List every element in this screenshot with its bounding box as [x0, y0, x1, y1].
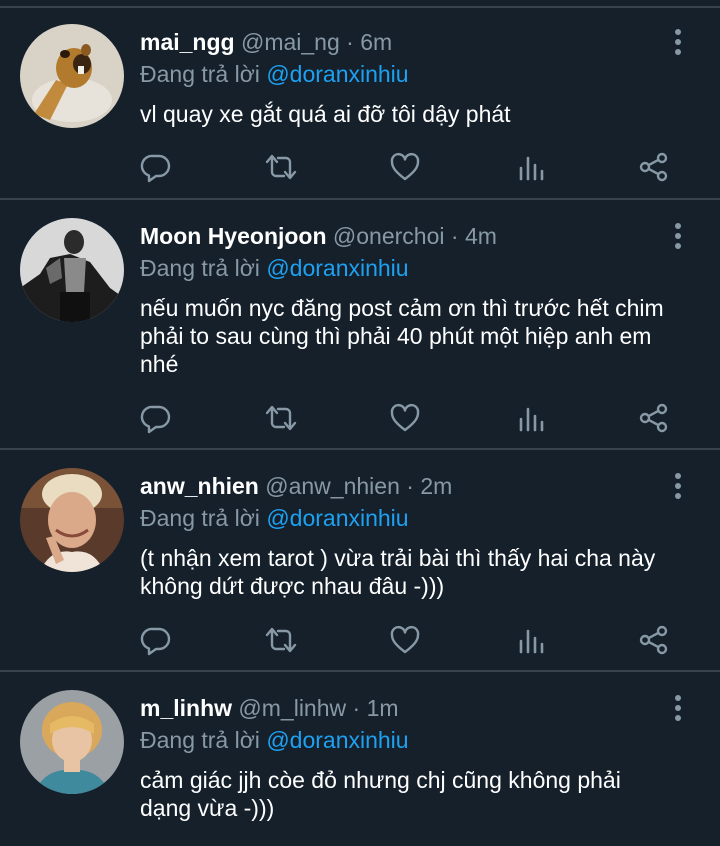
share-button[interactable]	[630, 620, 678, 660]
user-handle[interactable]: @onerchoi	[333, 223, 445, 249]
share-icon	[639, 625, 668, 655]
timestamp[interactable]: 1m	[367, 695, 399, 721]
timestamp[interactable]: 6m	[360, 29, 392, 55]
display-name[interactable]: Moon Hyeonjoon	[140, 223, 327, 249]
retweet-button[interactable]	[257, 398, 305, 438]
action-bar	[130, 620, 690, 660]
share-icon	[639, 152, 668, 182]
separator-dot: ·	[450, 223, 459, 249]
tweet-header: mai_ngg @mai_ng · 6m	[140, 27, 660, 57]
share-button[interactable]	[630, 398, 678, 438]
avatar[interactable]	[20, 218, 124, 322]
display-name[interactable]: anw_nhien	[140, 473, 259, 499]
user-handle[interactable]: @anw_nhien	[265, 473, 400, 499]
vertical-dots-icon[interactable]	[668, 693, 688, 723]
heart-icon	[390, 403, 420, 432]
analytics-button[interactable]	[507, 147, 555, 187]
separator-dot: ·	[406, 473, 414, 499]
user-handle[interactable]: @mai_ng	[241, 29, 340, 55]
share-icon	[639, 403, 668, 433]
vertical-dots-icon[interactable]	[668, 27, 688, 57]
tweet-reply[interactable]: Moon Hyeonjoon @onerchoi · 4m Đang trả l…	[0, 200, 720, 450]
retweet-arrows-icon	[265, 627, 297, 653]
speech-bubble-icon	[140, 154, 171, 183]
action-bar	[130, 398, 690, 438]
reply-button[interactable]	[132, 398, 180, 438]
avatar[interactable]	[20, 690, 124, 794]
analytics-button[interactable]	[507, 620, 555, 660]
replying-prefix: Đang trả lời	[140, 255, 260, 281]
bar-chart-icon	[519, 629, 544, 654]
like-button[interactable]	[381, 620, 429, 660]
bar-chart-icon	[519, 407, 544, 432]
vertical-dots-icon[interactable]	[668, 221, 688, 251]
tweet-text: (t nhận xem tarot ) vừa trải bài thì thấ…	[140, 545, 656, 599]
retweet-button[interactable]	[257, 620, 305, 660]
mention-link[interactable]: @doranxinhiu	[266, 727, 408, 753]
mention-link[interactable]: @doranxinhiu	[266, 255, 408, 281]
tweet-header: Moon Hyeonjoon @onerchoi · 4m	[140, 221, 660, 251]
share-button[interactable]	[630, 147, 678, 187]
tweet-reply[interactable]: m_linhw @m_linhw · 1m Đang trả lời @dora…	[0, 672, 720, 846]
replying-to-line: Đang trả lời @doranxinhiu	[140, 503, 409, 533]
vertical-dots-icon[interactable]	[668, 471, 688, 501]
display-name[interactable]: mai_ngg	[140, 29, 235, 55]
speech-bubble-icon	[140, 627, 171, 656]
tweet-reply[interactable]: mai_ngg @mai_ng · 6m Đang trả lời @doran…	[0, 0, 720, 200]
tweet-text: nếu muốn nyc đăng post cảm ơn thì trước …	[140, 295, 664, 377]
heart-icon	[390, 152, 420, 181]
tweet-header: m_linhw @m_linhw · 1m	[140, 693, 660, 723]
mention-link[interactable]: @doranxinhiu	[266, 61, 408, 87]
heart-icon	[390, 625, 420, 654]
separator-dot: ·	[346, 29, 354, 55]
timestamp[interactable]: 4m	[465, 223, 497, 249]
replying-prefix: Đang trả lời	[140, 727, 260, 753]
like-button[interactable]	[381, 147, 429, 187]
tweet-header: anw_nhien @anw_nhien · 2m	[140, 471, 660, 501]
replying-prefix: Đang trả lời	[140, 505, 260, 531]
retweet-arrows-icon	[265, 154, 297, 180]
bar-chart-icon	[519, 156, 544, 181]
replying-to-line: Đang trả lời @doranxinhiu	[140, 725, 409, 755]
replying-to-line: Đang trả lời @doranxinhiu	[140, 59, 409, 89]
reply-button[interactable]	[132, 147, 180, 187]
replying-prefix: Đang trả lời	[140, 61, 260, 87]
reply-button[interactable]	[132, 620, 180, 660]
timestamp[interactable]: 2m	[420, 473, 452, 499]
replying-to-line: Đang trả lời @doranxinhiu	[140, 253, 409, 283]
separator-dot: ·	[352, 695, 361, 721]
tweet-text: vl quay xe gắt quá ai đỡ tôi dậy phát	[140, 101, 511, 127]
tweet-reply[interactable]: anw_nhien @anw_nhien · 2m Đang trả lời @…	[0, 450, 720, 672]
user-handle[interactable]: @m_linhw	[238, 695, 346, 721]
display-name[interactable]: m_linhw	[140, 695, 232, 721]
avatar[interactable]	[20, 468, 124, 572]
mention-link[interactable]: @doranxinhiu	[266, 505, 408, 531]
retweet-arrows-icon	[265, 405, 297, 431]
avatar[interactable]	[20, 24, 124, 128]
analytics-button[interactable]	[507, 398, 555, 438]
speech-bubble-icon	[140, 405, 171, 434]
like-button[interactable]	[381, 398, 429, 438]
action-bar	[130, 147, 690, 187]
retweet-button[interactable]	[257, 147, 305, 187]
tweet-text: cảm giác jjh còe đỏ nhưng chj cũng không…	[140, 767, 621, 821]
